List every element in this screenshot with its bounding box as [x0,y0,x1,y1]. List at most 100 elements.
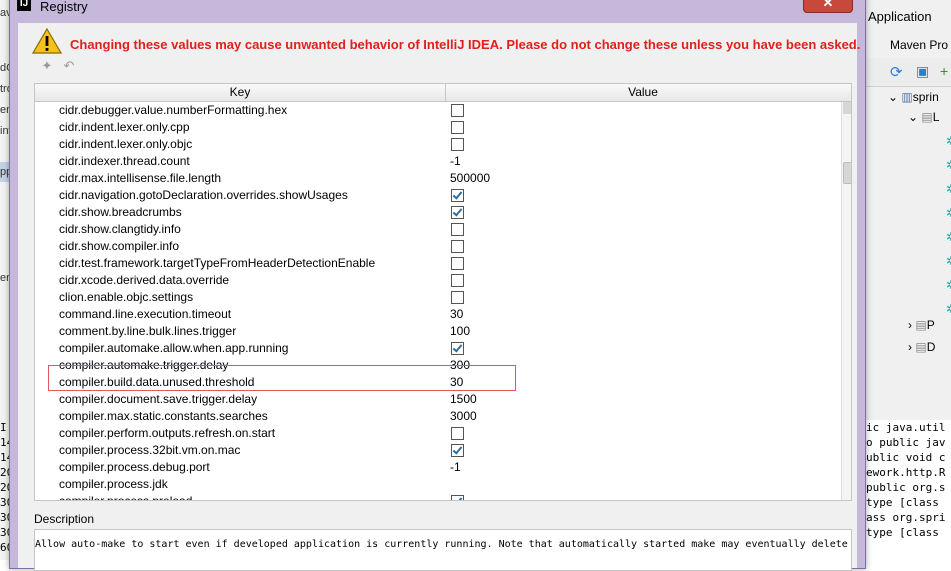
gear-icon[interactable]: ✲ [946,278,951,292]
registry-value[interactable]: 30 [450,374,463,391]
table-row[interactable]: cidr.xcode.derived.data.override [35,272,841,289]
registry-key: clion.enable.objc.settings [59,290,194,304]
console-output: ic java.util o public jav ublic void c e… [862,420,951,560]
folder-refresh-icon[interactable]: ▣ [916,63,929,80]
gear-icon[interactable]: ✲ [946,134,951,148]
tree-label: D [926,340,936,354]
table-row[interactable]: cidr.navigation.gotoDeclaration.override… [35,187,841,204]
dialog-titlebar[interactable]: IJ Registry ✕ [10,0,865,16]
registry-key: comment.by.line.bulk.lines.trigger [59,324,237,338]
maven-panel-title[interactable]: Maven Pro [890,38,948,52]
registry-key: cidr.show.breadcrumbs [59,205,182,219]
registry-value[interactable]: 100 [450,323,470,340]
value-checkbox[interactable] [451,444,464,457]
registry-table: Key Value cidr.debugger.value.numberForm… [34,83,852,501]
registry-key: cidr.indent.lexer.only.cpp [59,120,190,134]
menu-application[interactable]: Application [868,9,932,24]
table-row[interactable]: compiler.perform.outputs.refresh.on.star… [35,425,841,442]
value-checkbox[interactable] [451,240,464,253]
value-checkbox[interactable] [451,189,464,202]
close-button[interactable]: ✕ [803,0,853,13]
table-row[interactable]: comment.by.line.bulk.lines.trigger 100 [35,323,841,340]
value-checkbox[interactable] [451,495,464,500]
value-checkbox[interactable] [451,223,464,236]
table-row[interactable]: clion.enable.objc.settings [35,289,841,306]
table-row[interactable]: compiler.max.static.constants.searches 30… [35,408,841,425]
registry-key: cidr.show.clangtidy.info [59,222,181,236]
chevron-right-icon[interactable]: › [908,318,912,332]
registry-key: cidr.navigation.gotoDeclaration.override… [59,188,348,202]
chevron-down-icon[interactable]: ⌄ [888,90,898,104]
table-row[interactable]: compiler.automake.allow.when.app.running [35,340,841,357]
scrollbar-thumb[interactable] [843,162,851,184]
value-checkbox[interactable] [451,291,464,304]
value-checkbox[interactable] [451,104,464,117]
table-row[interactable]: compiler.process.debug.port -1 [35,459,841,476]
gear-icon[interactable]: ✲ [946,254,951,268]
gear-icon[interactable]: ✲ [946,206,951,220]
table-row[interactable]: cidr.show.breadcrumbs [35,204,841,221]
table-row[interactable]: compiler.process.32bit.vm.on.mac [35,442,841,459]
console-line: type [class [866,526,939,539]
registry-value[interactable]: -1 [450,459,461,476]
registry-key: cidr.xcode.derived.data.override [59,273,230,287]
gear-icon[interactable]: ✲ [946,182,951,196]
registry-value[interactable]: 1500 [450,391,477,408]
value-checkbox[interactable] [451,342,464,355]
table-row[interactable]: cidr.test.framework.targetTypeFromHeader… [35,255,841,272]
value-checkbox[interactable] [451,427,464,440]
table-row[interactable]: command.line.execution.timeout 30 [35,306,841,323]
value-checkbox[interactable] [451,206,464,219]
add-icon[interactable]: + [940,63,948,79]
registry-key: compiler.max.static.constants.searches [59,409,268,423]
registry-value[interactable]: 30 [450,306,463,323]
table-row[interactable]: compiler.document.save.trigger.delay 1500 [35,391,841,408]
table-row[interactable]: compiler.build.data.unused.threshold 30 [35,374,841,391]
folder-icon: ▤ [915,318,927,332]
registry-value[interactable]: -1 [450,153,461,170]
value-checkbox[interactable] [451,257,464,270]
tree-item-lifecycle[interactable]: ⌄ ▤L [908,110,939,124]
description-box: Allow auto-make to start even if develop… [34,529,852,571]
folder-icon: ▤ [921,110,933,124]
console-line: o public jav [866,436,946,449]
refresh-icon[interactable]: ⟳ [890,63,903,81]
table-row[interactable]: cidr.indent.lexer.only.cpp [35,119,841,136]
table-row[interactable]: cidr.indent.lexer.only.objc [35,136,841,153]
registry-key: compiler.build.data.unused.threshold [59,375,255,389]
column-header-key[interactable]: Key [35,84,446,101]
table-row[interactable]: compiler.automake.trigger.delay 300 [35,357,841,374]
tree-item-project[interactable]: ⌄ ▥sprin [888,90,939,104]
gear-icon[interactable]: ✲ [946,302,951,316]
value-checkbox[interactable] [451,121,464,134]
column-header-value[interactable]: Value [445,84,841,101]
registry-key: cidr.max.intellisense.file.length [59,171,222,185]
registry-value[interactable]: 3000 [450,408,477,425]
gear-icon[interactable]: ✲ [946,230,951,244]
table-row[interactable]: cidr.max.intellisense.file.length 500000 [35,170,841,187]
chevron-down-icon[interactable]: ⌄ [908,110,918,124]
registry-key: cidr.debugger.value.numberFormatting.hex [59,103,288,117]
undo-icon[interactable]: ↶ [60,57,78,75]
registry-value[interactable]: 500000 [450,170,490,187]
registry-key: compiler.document.save.trigger.delay [59,392,258,406]
scrollbar-track-top [843,102,851,114]
table-row[interactable]: compiler.process.preload [35,493,841,500]
puzzle-icon[interactable]: ✦ [38,57,56,75]
table-row[interactable]: cidr.show.compiler.info [35,238,841,255]
table-row[interactable]: cidr.indexer.thread.count -1 [35,153,841,170]
console-line: ass org.spri [866,511,946,524]
table-row[interactable]: cidr.debugger.value.numberFormatting.hex [35,102,841,119]
value-checkbox[interactable] [451,274,464,287]
registry-value[interactable]: 300 [450,357,470,374]
tree-item-plugins[interactable]: › ▤P [908,318,935,332]
chevron-right-icon[interactable]: › [908,340,912,354]
table-row[interactable]: compiler.process.jdk [35,476,841,493]
tree-item-dependencies[interactable]: › ▤D [908,340,935,354]
gear-icon[interactable]: ✲ [946,158,951,172]
table-row[interactable]: cidr.show.clangtidy.info [35,221,841,238]
description-label: Description [34,512,95,526]
vertical-scrollbar[interactable] [841,102,851,500]
value-checkbox[interactable] [451,138,464,151]
intellij-logo-icon: IJ [17,0,31,11]
